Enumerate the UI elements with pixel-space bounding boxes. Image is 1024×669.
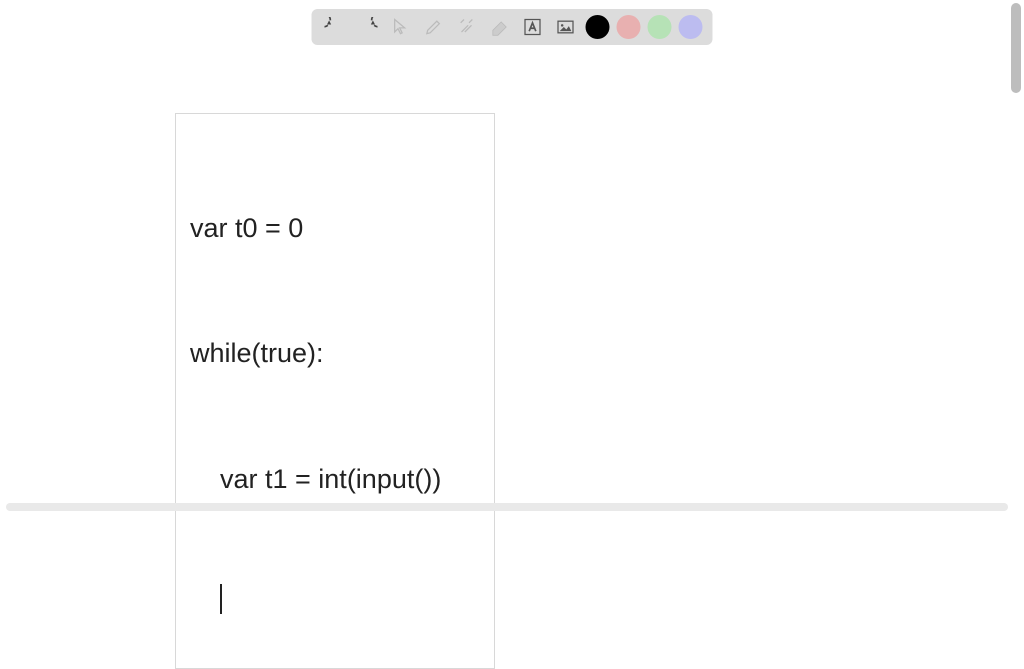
undo-icon	[325, 17, 345, 37]
undo-button[interactable]	[322, 14, 348, 40]
image-tool-button[interactable]	[553, 14, 579, 40]
image-icon	[556, 17, 576, 37]
text-tool-button[interactable]	[520, 14, 546, 40]
vertical-scrollbar-thumb[interactable]	[1011, 3, 1021, 93]
eraser-button[interactable]	[487, 14, 513, 40]
tools-icon	[457, 17, 477, 37]
tools-button[interactable]	[454, 14, 480, 40]
text-cursor	[220, 584, 222, 614]
redo-button[interactable]	[355, 14, 381, 40]
toolbar	[312, 9, 713, 45]
pencil-button[interactable]	[421, 14, 447, 40]
vertical-scrollbar[interactable]	[1011, 3, 1021, 500]
eraser-icon	[490, 17, 510, 37]
code-line-1: var t0 = 0	[190, 208, 480, 250]
color-swatch-pink[interactable]	[617, 15, 641, 39]
redo-icon	[358, 17, 378, 37]
code-line-3: var t1 = int(input())	[190, 459, 480, 501]
text-icon	[523, 17, 543, 37]
pointer-icon	[391, 17, 411, 37]
code-text-box[interactable]: var t0 = 0 while(true): var t1 = int(inp…	[175, 113, 495, 669]
color-swatch-purple[interactable]	[679, 15, 703, 39]
horizontal-scrollbar[interactable]	[6, 503, 1008, 511]
color-swatch-green[interactable]	[648, 15, 672, 39]
code-line-2: while(true):	[190, 333, 480, 375]
pencil-icon	[424, 17, 444, 37]
color-swatch-black[interactable]	[586, 15, 610, 39]
pointer-button[interactable]	[388, 14, 414, 40]
code-line-4	[190, 584, 480, 614]
